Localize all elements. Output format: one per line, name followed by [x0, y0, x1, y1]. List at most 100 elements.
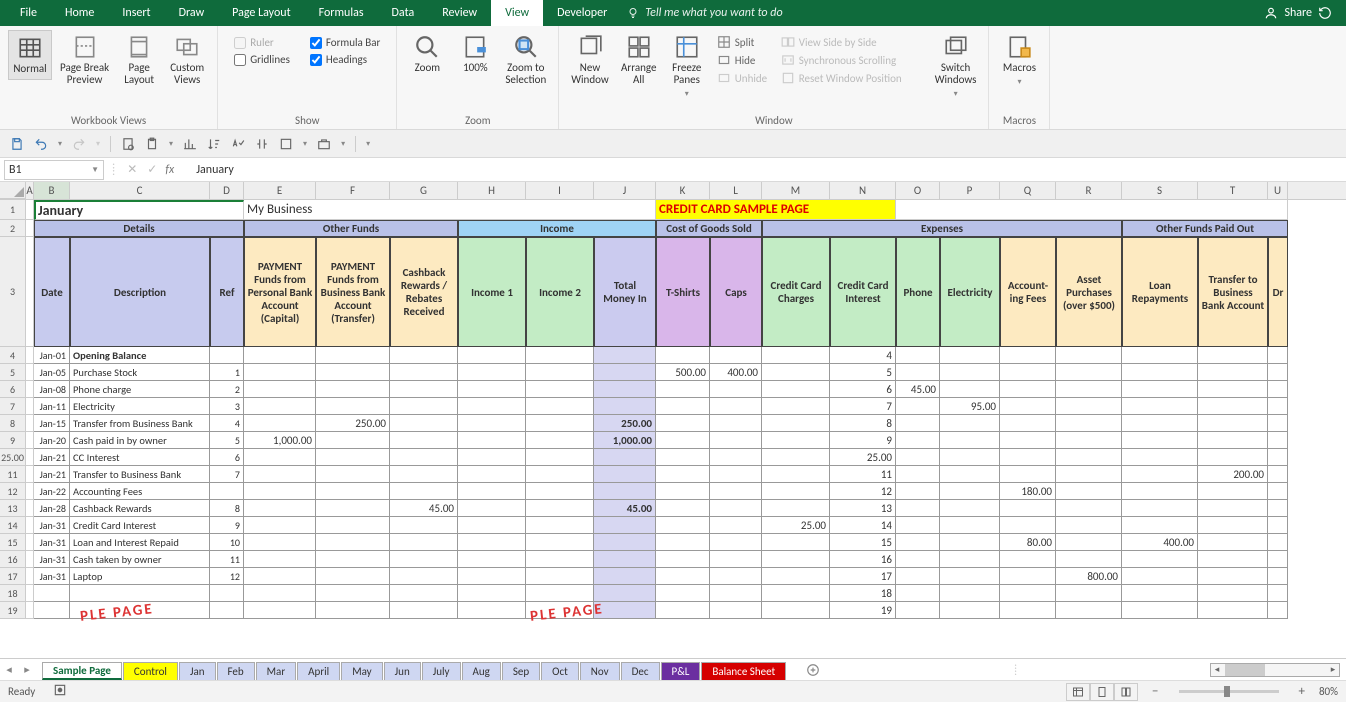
- data-cell[interactable]: [1000, 415, 1056, 432]
- data-cell[interactable]: 12: [210, 568, 244, 585]
- data-cell[interactable]: [26, 466, 34, 483]
- data-cell[interactable]: [316, 398, 390, 415]
- hdr-payment-business[interactable]: PAYMENT Funds from Business Bank Account…: [316, 237, 390, 347]
- data-cell[interactable]: [656, 551, 710, 568]
- data-cell[interactable]: [316, 500, 390, 517]
- hdr-dr[interactable]: Dr: [1268, 237, 1288, 347]
- data-cell[interactable]: [762, 568, 830, 585]
- data-cell[interactable]: [594, 466, 656, 483]
- select-all-corner[interactable]: [0, 182, 26, 199]
- sheet-tab-balance-sheet[interactable]: Balance Sheet: [701, 662, 786, 680]
- toolbox-icon[interactable]: [317, 137, 331, 151]
- data-cell[interactable]: [1122, 466, 1198, 483]
- data-cell[interactable]: [390, 568, 458, 585]
- data-cell[interactable]: [1000, 449, 1056, 466]
- data-cell[interactable]: [244, 517, 316, 534]
- cell[interactable]: [26, 200, 34, 220]
- data-cell[interactable]: [1198, 398, 1268, 415]
- data-cell[interactable]: [390, 483, 458, 500]
- data-cell[interactable]: [940, 347, 1000, 364]
- column-header-D[interactable]: D: [210, 182, 244, 199]
- sheet-tab-feb[interactable]: Feb: [217, 662, 255, 680]
- data-cell[interactable]: 13: [830, 500, 896, 517]
- data-cell[interactable]: 9: [210, 517, 244, 534]
- data-cell[interactable]: [26, 602, 34, 619]
- data-cell[interactable]: [1122, 415, 1198, 432]
- data-cell[interactable]: 19: [830, 602, 896, 619]
- data-cell[interactable]: Jan-31: [34, 568, 70, 585]
- data-cell[interactable]: 18: [830, 585, 896, 602]
- data-cell[interactable]: [458, 551, 526, 568]
- hdr-payment-personal[interactable]: PAYMENT Funds from Personal Bank Account…: [244, 237, 316, 347]
- data-cell[interactable]: [1198, 483, 1268, 500]
- data-cell[interactable]: [594, 381, 656, 398]
- data-cell[interactable]: [1122, 585, 1198, 602]
- data-cell[interactable]: [26, 551, 34, 568]
- data-cell[interactable]: [70, 585, 210, 602]
- data-cell[interactable]: [594, 585, 656, 602]
- data-cell[interactable]: [1268, 415, 1288, 432]
- data-cell[interactable]: [594, 483, 656, 500]
- column-header-M[interactable]: M: [762, 182, 830, 199]
- data-cell[interactable]: [710, 585, 762, 602]
- data-cell[interactable]: [710, 534, 762, 551]
- data-cell[interactable]: [896, 432, 940, 449]
- data-cell[interactable]: [1000, 585, 1056, 602]
- hdr-electricity[interactable]: Electricity: [940, 237, 1000, 347]
- data-cell[interactable]: 500.00: [656, 364, 710, 381]
- data-cell[interactable]: 95.00: [940, 398, 1000, 415]
- title-credit-card[interactable]: CREDIT CARD SAMPLE PAGE: [656, 200, 896, 220]
- data-cell[interactable]: [26, 585, 34, 602]
- sheet-nav-prev[interactable]: ◂: [0, 663, 18, 676]
- spelling-icon[interactable]: [231, 137, 245, 151]
- column-header-C[interactable]: C: [70, 182, 210, 199]
- data-cell[interactable]: 5: [830, 364, 896, 381]
- data-cell[interactable]: 250.00: [316, 415, 390, 432]
- data-cell[interactable]: [26, 500, 34, 517]
- borders-dropdown[interactable]: ▾: [303, 139, 307, 149]
- redo-dropdown[interactable]: ▾: [96, 139, 100, 149]
- data-cell[interactable]: [710, 415, 762, 432]
- data-cell[interactable]: [26, 381, 34, 398]
- zoom-100-button[interactable]: 100%: [453, 30, 497, 78]
- row-header[interactable]: 14: [0, 517, 26, 534]
- view-normal-button[interactable]: [1066, 683, 1090, 701]
- data-cell[interactable]: [1122, 483, 1198, 500]
- data-cell[interactable]: [244, 398, 316, 415]
- data-cell[interactable]: 17: [830, 568, 896, 585]
- data-cell[interactable]: [458, 415, 526, 432]
- data-cell[interactable]: [1056, 466, 1122, 483]
- hdr-loan[interactable]: Loan Repayments: [1122, 237, 1198, 347]
- column-header-A[interactable]: A: [26, 182, 34, 199]
- data-cell[interactable]: [1268, 398, 1288, 415]
- row-header[interactable]: 6: [0, 381, 26, 398]
- data-cell[interactable]: [316, 517, 390, 534]
- data-cell[interactable]: [1198, 585, 1268, 602]
- data-cell[interactable]: [1268, 500, 1288, 517]
- data-cell[interactable]: [940, 466, 1000, 483]
- data-cell[interactable]: 400.00: [1122, 534, 1198, 551]
- data-cell[interactable]: 11: [210, 551, 244, 568]
- data-cell[interactable]: [710, 602, 762, 619]
- data-cell[interactable]: [940, 415, 1000, 432]
- title-business[interactable]: My Business: [244, 200, 656, 220]
- column-header-H[interactable]: H: [458, 182, 526, 199]
- data-cell[interactable]: [710, 347, 762, 364]
- data-cell[interactable]: [26, 432, 34, 449]
- data-cell[interactable]: [458, 602, 526, 619]
- macro-record-icon[interactable]: [53, 683, 67, 700]
- data-cell[interactable]: [1000, 347, 1056, 364]
- data-cell[interactable]: [1268, 483, 1288, 500]
- data-cell[interactable]: [896, 551, 940, 568]
- data-cell[interactable]: 10: [210, 534, 244, 551]
- spreadsheet-grid[interactable]: 1JanuaryMy BusinessCREDIT CARD SAMPLE PA…: [0, 200, 1346, 640]
- data-cell[interactable]: [940, 432, 1000, 449]
- data-cell[interactable]: Transfer from Business Bank: [70, 415, 210, 432]
- data-cell[interactable]: Jan-21: [34, 466, 70, 483]
- data-cell[interactable]: [1056, 432, 1122, 449]
- data-cell[interactable]: [526, 347, 594, 364]
- data-cell[interactable]: [1198, 432, 1268, 449]
- data-cell[interactable]: [1268, 585, 1288, 602]
- data-cell[interactable]: [390, 585, 458, 602]
- data-cell[interactable]: [316, 534, 390, 551]
